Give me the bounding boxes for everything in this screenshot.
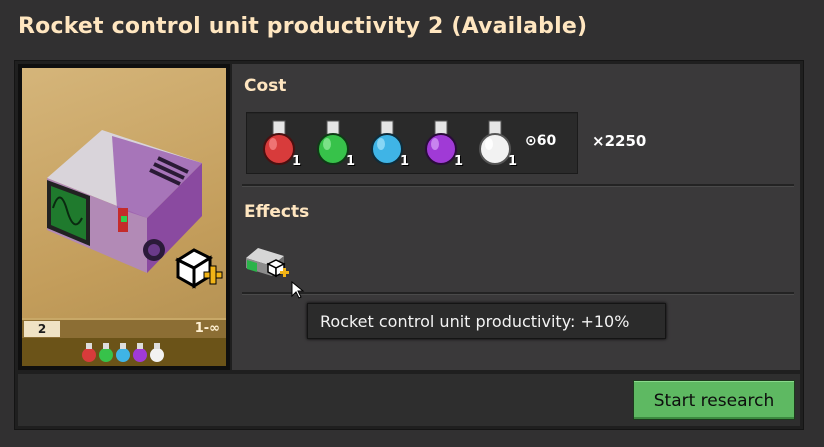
window-title: Rocket control unit productivity 2 (Avai… bbox=[18, 14, 588, 39]
white-science-pack-slot[interactable]: 1 bbox=[469, 117, 521, 169]
card-flasks-icon bbox=[82, 343, 164, 362]
research-time-value: 60 bbox=[536, 133, 557, 149]
purple-science-pack-slot[interactable]: 1 bbox=[415, 117, 467, 169]
card-level-bar: 2 1-∞ bbox=[22, 320, 226, 338]
technology-image bbox=[22, 68, 226, 318]
research-window: Rocket control unit productivity 2 (Avai… bbox=[0, 0, 824, 447]
card-level: 2 bbox=[24, 321, 60, 337]
clock-icon: ⊙ bbox=[525, 133, 537, 149]
card-level-range: 1-∞ bbox=[194, 321, 220, 336]
rocket-control-unit-productivity-icon bbox=[246, 248, 289, 278]
card-science-packs bbox=[22, 338, 226, 366]
start-research-button[interactable]: Start research bbox=[633, 380, 795, 420]
technology-card[interactable]: 2 1-∞ bbox=[22, 68, 226, 366]
divider bbox=[242, 184, 794, 187]
cost-box: 1 1 1 1 1 ⊙60 bbox=[246, 112, 578, 174]
pack-count: 1 bbox=[345, 154, 355, 169]
research-time: ⊙60 bbox=[525, 133, 556, 149]
pack-count: 1 bbox=[399, 154, 409, 169]
effect-productivity-icon[interactable] bbox=[242, 236, 292, 282]
green-science-pack-slot[interactable]: 1 bbox=[307, 117, 359, 169]
cost-heading: Cost bbox=[244, 76, 287, 96]
effect-tooltip: Rocket control unit productivity: +10% bbox=[307, 303, 666, 339]
pack-count: 1 bbox=[291, 154, 301, 169]
red-science-pack-slot[interactable]: 1 bbox=[253, 117, 305, 169]
pack-count: 1 bbox=[453, 154, 463, 169]
mouse-cursor-icon bbox=[291, 281, 305, 299]
rocket-control-unit-icon bbox=[47, 130, 223, 289]
blue-science-pack-slot[interactable]: 1 bbox=[361, 117, 413, 169]
divider bbox=[242, 292, 794, 295]
research-count: ×2250 bbox=[592, 132, 647, 150]
pack-count: 1 bbox=[507, 154, 517, 169]
effects-heading: Effects bbox=[244, 202, 310, 222]
